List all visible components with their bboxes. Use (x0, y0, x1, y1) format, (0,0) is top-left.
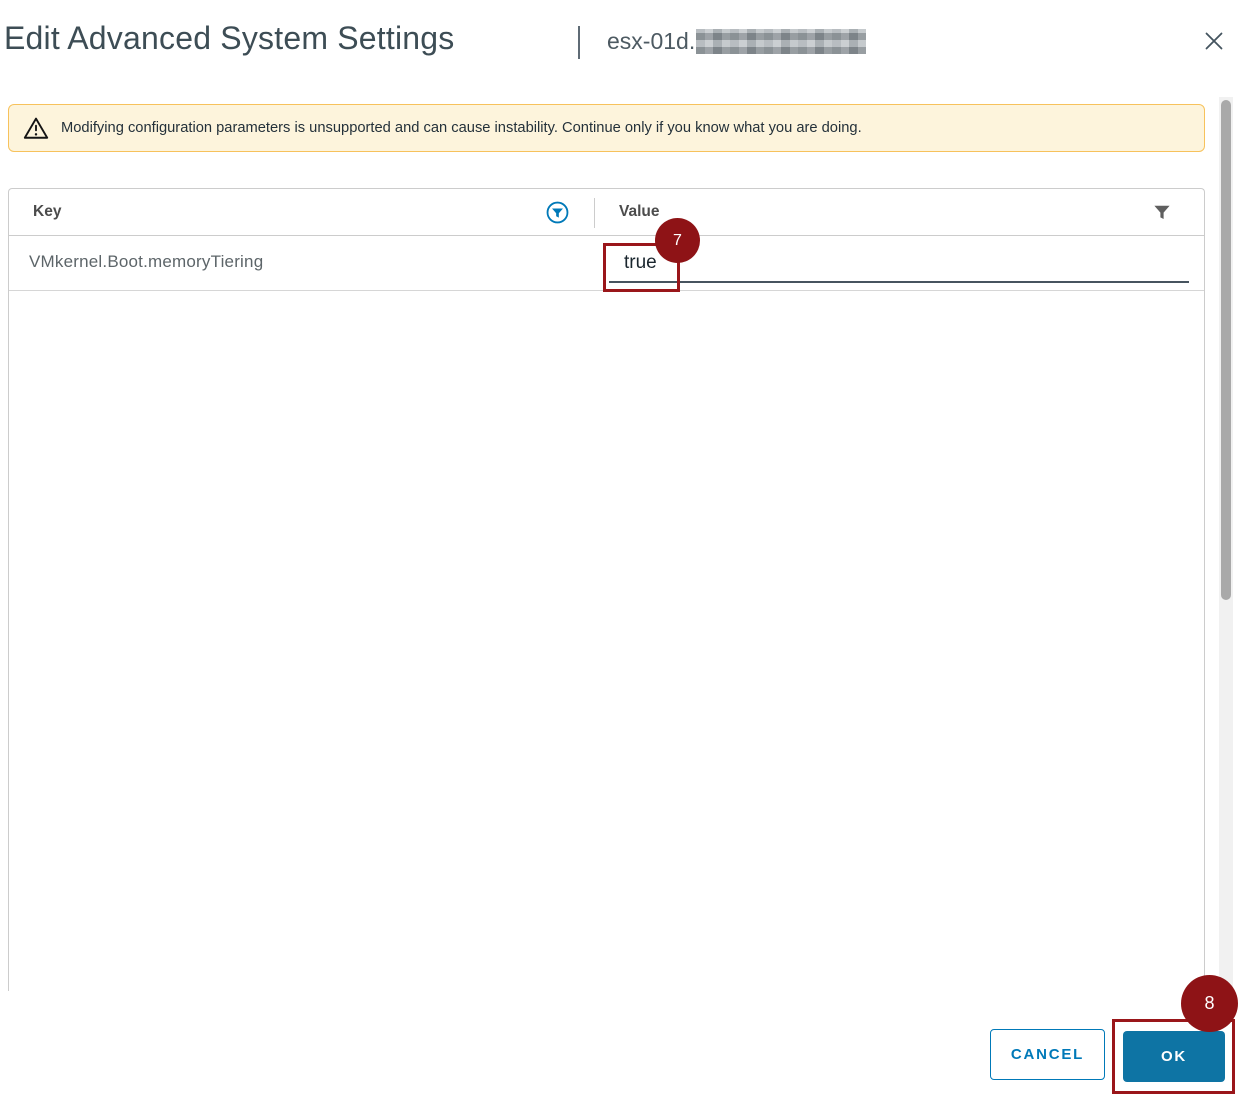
host-name-prefix: esx-01d. (607, 28, 696, 54)
annotation-badge-7: 7 (655, 218, 700, 263)
settings-table: Key Value VMkernel.Boot.memoryTiering (8, 188, 1205, 991)
title-divider (578, 26, 580, 59)
redacted-hostname-blur (696, 29, 867, 54)
value-filter-funnel-icon[interactable] (1153, 204, 1171, 221)
warning-text: Modifying configuration parameters is un… (61, 120, 862, 136)
column-header-value: Value (619, 203, 660, 220)
cancel-button[interactable]: CANCEL (990, 1029, 1105, 1080)
warning-banner: Modifying configuration parameters is un… (8, 104, 1205, 152)
dialog-title: Edit Advanced System Settings (4, 20, 455, 56)
column-divider (594, 198, 595, 228)
annotation-badge-8: 8 (1181, 975, 1238, 1032)
host-name: esx-01d. (607, 28, 867, 55)
vertical-scrollbar-track[interactable] (1219, 97, 1233, 991)
vertical-scrollbar-thumb[interactable] (1221, 100, 1231, 600)
close-icon (1202, 29, 1226, 58)
key-filter-active-icon[interactable] (546, 201, 569, 224)
warning-triangle-icon (23, 116, 49, 140)
setting-key-label: VMkernel.Boot.memoryTiering (29, 252, 264, 271)
column-header-key: Key (33, 203, 62, 220)
ok-button[interactable]: OK (1123, 1031, 1225, 1082)
edit-advanced-system-settings-dialog: Edit Advanced System Settings esx-01d. M… (0, 0, 1238, 1101)
table-header-row: Key Value (9, 189, 1204, 236)
close-button[interactable] (1200, 29, 1228, 57)
table-row[interactable]: VMkernel.Boot.memoryTiering (9, 236, 1204, 291)
